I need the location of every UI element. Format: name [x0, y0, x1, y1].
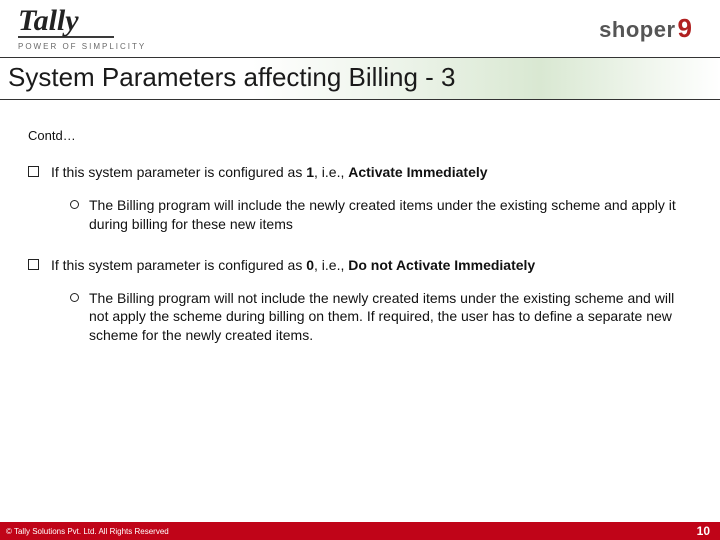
title-bar: System Parameters affecting Billing - 3 [0, 57, 720, 100]
square-bullet-icon [28, 259, 39, 270]
bullet-1: If this system parameter is configured a… [28, 163, 690, 182]
shoper-logo-block: shoper 9 [599, 13, 692, 44]
tally-logo-block: Tally POWER OF SIMPLICITY [18, 6, 146, 51]
bullet-2-text: If this system parameter is configured a… [51, 256, 690, 275]
tally-tagline: POWER OF SIMPLICITY [18, 42, 146, 51]
footer-bar: © Tally Solutions Pvt. Ltd. All Rights R… [0, 522, 720, 540]
content-area: Contd… If this system parameter is confi… [0, 100, 720, 345]
tally-logo: Tally [18, 6, 79, 36]
sub-bullet-1: The Billing program will include the new… [70, 196, 690, 234]
sub-bullet-1-text: The Billing program will include the new… [89, 196, 690, 234]
circle-bullet-icon [70, 293, 79, 302]
contd-label: Contd… [28, 128, 690, 143]
copyright-text: © Tally Solutions Pvt. Ltd. All Rights R… [6, 527, 169, 536]
bullet-2: If this system parameter is configured a… [28, 256, 690, 275]
shoper-logo-nine: 9 [678, 13, 692, 44]
sub-bullet-2: The Billing program will not include the… [70, 289, 690, 346]
sub-bullet-2-text: The Billing program will not include the… [89, 289, 690, 346]
slide: Tally POWER OF SIMPLICITY shoper 9 Syste… [0, 0, 720, 540]
page-number: 10 [697, 524, 710, 538]
circle-bullet-icon [70, 200, 79, 209]
square-bullet-icon [28, 166, 39, 177]
bullet-1-text: If this system parameter is configured a… [51, 163, 690, 182]
slide-title: System Parameters affecting Billing - 3 [8, 62, 710, 93]
shoper-logo-text: shoper [599, 17, 675, 43]
header: Tally POWER OF SIMPLICITY shoper 9 [0, 0, 720, 53]
